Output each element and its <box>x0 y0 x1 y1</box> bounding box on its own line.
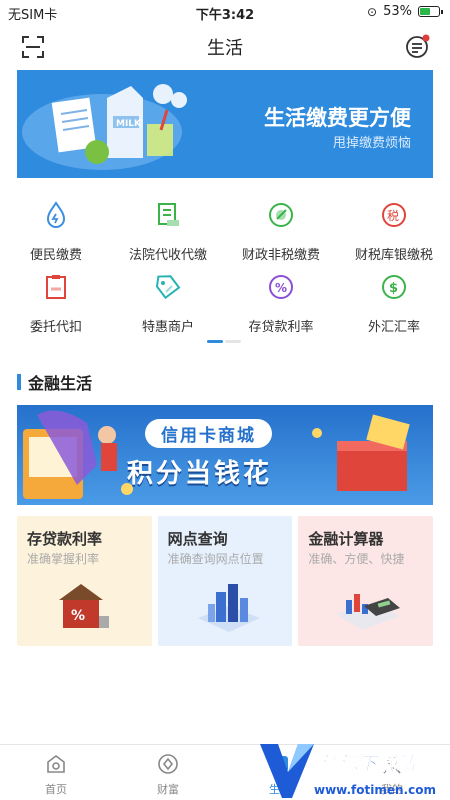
service-label: 财政非税缴费 <box>241 248 320 263</box>
card-subtitle: 准确掌握利率 <box>27 552 100 566</box>
tab-label: 首页 <box>45 783 67 796</box>
life-payment-banner[interactable]: MILK 生活缴费更方便 甩掉缴费烦恼 <box>17 70 433 178</box>
page-dot <box>225 340 241 343</box>
water-drop-icon <box>46 201 66 228</box>
section-title: 金融生活 <box>28 374 93 393</box>
page-title: 生活 <box>207 38 243 59</box>
page-dot-active <box>207 340 223 343</box>
card-rates[interactable]: 存贷款利率 准确掌握利率 % <box>17 516 152 646</box>
service-bianmin[interactable]: 便民缴费 <box>0 200 112 263</box>
dollar-icon: $ <box>382 275 406 299</box>
section-header: 金融生活 <box>17 370 92 394</box>
percent-house-icon: % <box>59 584 109 628</box>
promo-ribbon: 信用卡商城 <box>145 419 272 448</box>
tax-icon: 税 <box>382 203 406 227</box>
section-accent-bar <box>17 374 21 390</box>
watermark-name: 清源下载站 <box>320 753 418 775</box>
city-map-icon <box>197 584 260 632</box>
watermark-url: www.fotimen.com <box>314 783 436 797</box>
tab-home[interactable]: 首页 <box>16 753 96 797</box>
banner-subtitle: 甩掉缴费烦恼 <box>332 136 411 151</box>
service-label: 存贷款利率 <box>248 320 314 335</box>
svg-text:$: $ <box>389 281 398 296</box>
percent-icon: % <box>269 275 293 299</box>
service-fiscal[interactable]: 财政非税缴费 <box>225 200 337 263</box>
service-merchants[interactable]: 特惠商户 <box>112 272 224 335</box>
battery-percent: 53% <box>383 4 412 19</box>
message-icon[interactable] <box>406 34 430 58</box>
wealth-icon <box>158 754 178 774</box>
card-title: 存贷款利率 <box>27 530 103 548</box>
card-subtitle: 准确、方便、快捷 <box>308 552 405 566</box>
tab-wealth[interactable]: 财富 <box>128 753 208 797</box>
card-branches[interactable]: 网点查询 准确查询网点位置 <box>157 516 293 646</box>
nav-bar: 生活 <box>0 24 450 68</box>
feature-cards: 存贷款利率 准确掌握利率 % 网点查询 准确查询网点位置 金融计算器 准确、方便… <box>17 516 434 646</box>
status-right: ⊙ 53% <box>367 4 443 19</box>
svg-text:%: % <box>71 608 85 624</box>
service-forex[interactable]: $ 外汇汇率 <box>338 272 450 335</box>
svg-text:税: 税 <box>387 209 399 223</box>
svg-text:%: % <box>275 281 287 295</box>
card-title: 金融计算器 <box>308 530 384 548</box>
service-court[interactable]: 法院代收代缴 <box>112 200 224 263</box>
card-calculator[interactable]: 金融计算器 准确、方便、快捷 <box>298 516 434 646</box>
credit-card-mall-banner[interactable]: 信用卡商城 积分当钱花 <box>17 405 433 505</box>
service-label: 委托代扣 <box>29 320 82 335</box>
tab-label: 财富 <box>157 783 179 796</box>
rotation-lock-icon: ⊙ <box>367 4 378 19</box>
service-label: 外汇汇率 <box>367 320 420 335</box>
milk-label: MILK <box>116 119 142 129</box>
card-title: 网点查询 <box>167 530 228 548</box>
service-label: 特惠商户 <box>141 320 194 335</box>
service-entrust[interactable]: 委托代扣 <box>0 272 112 335</box>
service-label: 便民缴费 <box>29 248 82 263</box>
tag-icon <box>155 275 181 300</box>
battery-icon <box>418 6 443 17</box>
home-icon <box>47 755 65 773</box>
document-icon <box>158 203 179 226</box>
service-label: 法院代收代缴 <box>128 248 207 263</box>
status-bar: 无SIM卡 下午3:42 ⊙ 53% <box>0 0 450 24</box>
service-rates[interactable]: % 存贷款利率 <box>225 272 337 335</box>
banner-title: 生活缴费更方便 <box>264 106 411 130</box>
card-subtitle: 准确查询网点位置 <box>167 552 264 566</box>
coin-icon <box>269 203 293 227</box>
calculator-icon <box>336 594 401 630</box>
service-tax[interactable]: 税 财税库银缴税 <box>338 200 450 263</box>
clipboard-icon <box>46 275 66 299</box>
page-indicator <box>207 340 241 343</box>
promo-headline: 积分当钱花 <box>127 459 273 489</box>
service-label: 财税库银缴税 <box>354 248 433 263</box>
banner-illustration: MILK <box>22 84 187 170</box>
site-watermark-logo: 清源下载站 www.fotimen.com <box>260 744 436 798</box>
